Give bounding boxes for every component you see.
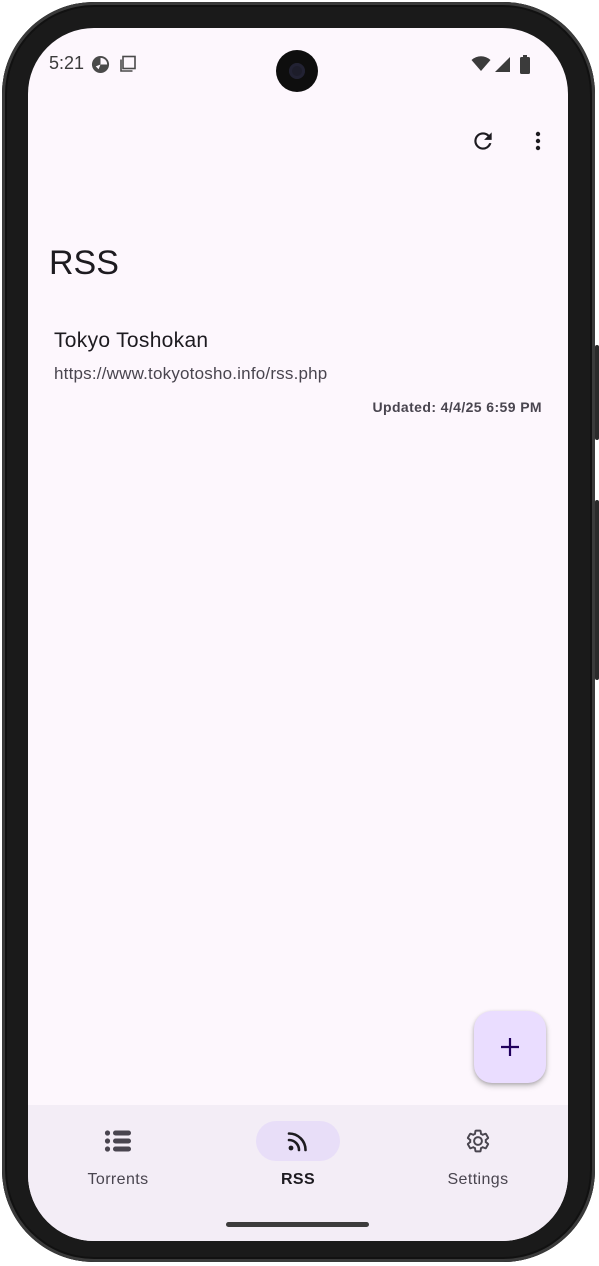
more-options-button[interactable]	[518, 121, 558, 161]
rss-icon	[287, 1132, 307, 1152]
nav-label-rss: RSS	[280, 1171, 316, 1188]
phone-frame: 5:21 RSS Tokyo Toshokan https://www.toky…	[0, 0, 599, 1266]
gesture-bar[interactable]	[226, 1222, 369, 1227]
power-button	[595, 500, 599, 680]
nav-indicator	[76, 1121, 160, 1161]
nav-label-settings: Settings	[447, 1171, 509, 1188]
nav-item-rss[interactable]: RSS	[218, 1121, 378, 1201]
refresh-icon	[474, 132, 492, 150]
battery-icon	[515, 54, 535, 74]
wifi-icon	[471, 54, 491, 74]
front-camera	[276, 50, 318, 92]
signal-icon	[492, 54, 512, 74]
page-title: RSS	[49, 244, 119, 282]
more-vert-icon	[535, 131, 541, 151]
app-screen: 5:21 RSS Tokyo Toshokan https://www.toky…	[28, 28, 568, 1241]
gear-icon	[466, 1129, 490, 1153]
add-feed-button[interactable]	[474, 1011, 546, 1083]
refresh-button[interactable]	[463, 121, 503, 161]
bottom-navigation: Torrents RSS Settings	[28, 1105, 568, 1241]
add-icon	[501, 1038, 519, 1056]
nav-item-settings[interactable]: Settings	[398, 1121, 558, 1201]
nav-item-torrents[interactable]: Torrents	[38, 1121, 198, 1201]
nav-indicator	[436, 1121, 520, 1161]
feed-list-item[interactable]: Tokyo Toshokan https://www.tokyotosho.in…	[28, 318, 568, 428]
feed-updated-time: Updated: 4/4/25 6:59 PM	[372, 399, 542, 415]
feed-url: https://www.tokyotosho.info/rss.php	[54, 364, 328, 383]
volume-button	[595, 345, 599, 440]
nav-indicator-active	[256, 1121, 340, 1161]
screenshot-icon	[118, 54, 138, 74]
nav-label-torrents: Torrents	[87, 1171, 149, 1188]
feed-name: Tokyo Toshokan	[54, 329, 209, 352]
data-saver-icon	[90, 54, 110, 74]
status-time: 5:21	[49, 53, 85, 73]
list-icon	[104, 1130, 131, 1152]
